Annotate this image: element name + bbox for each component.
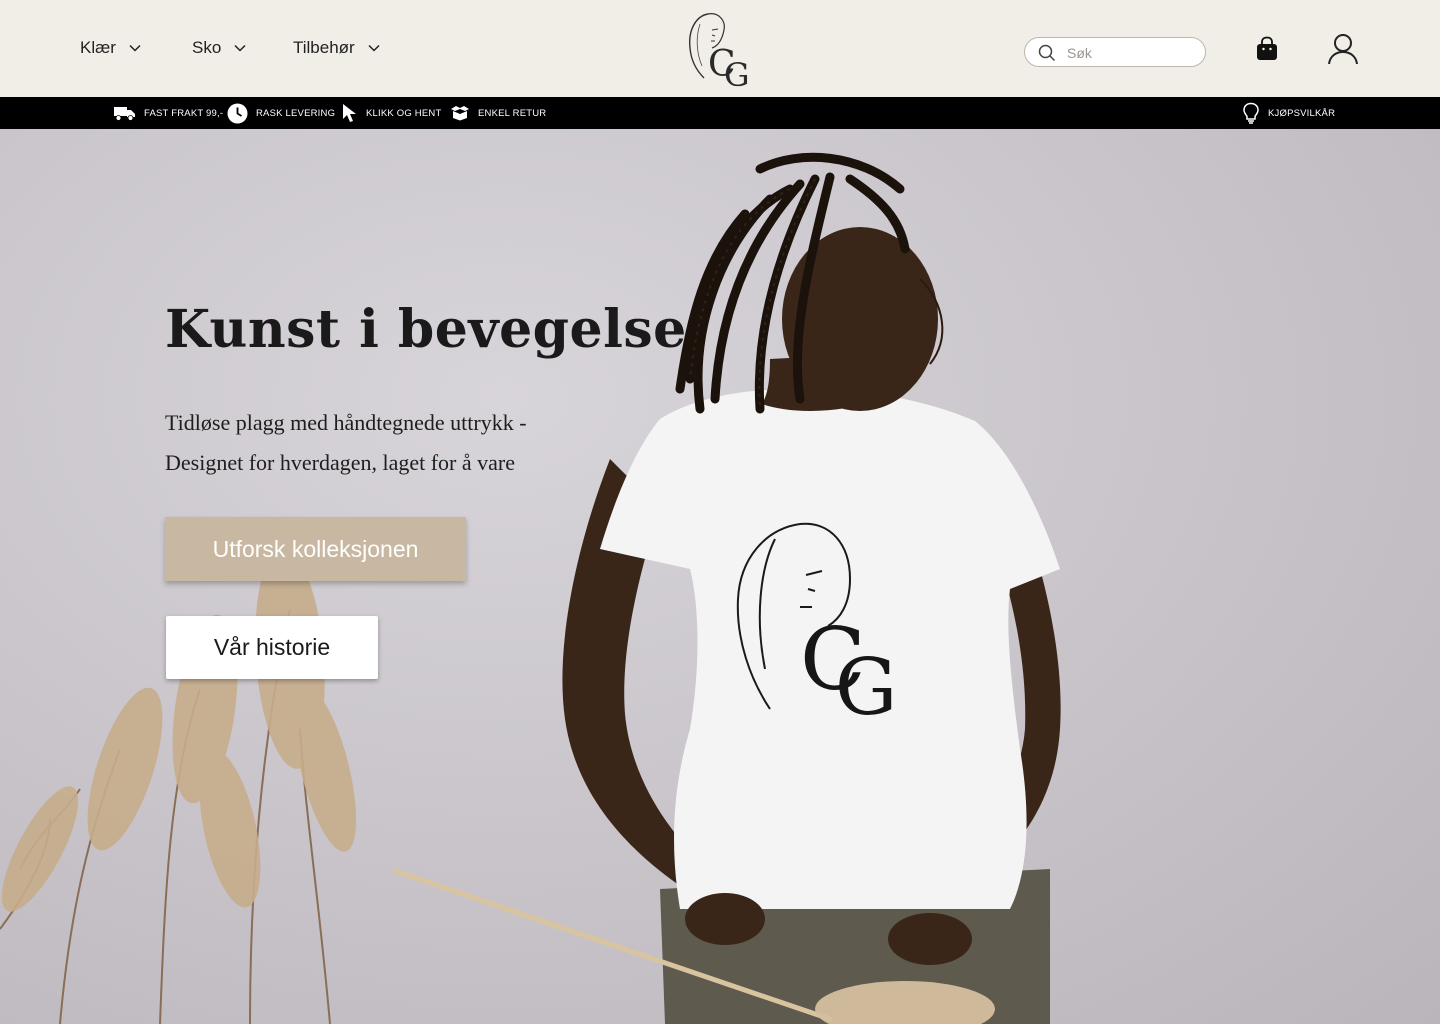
- usp-label-click-collect: KLIKK OG HENT: [366, 107, 442, 119]
- brand-logo[interactable]: C G: [678, 8, 762, 92]
- truck-icon: [114, 107, 135, 121]
- terms-link[interactable]: KJØPSVILKÅR: [1242, 97, 1335, 129]
- hero-title: Kunst i bevegelse: [165, 299, 687, 360]
- search-box[interactable]: [1024, 37, 1206, 67]
- chevron-down-icon: [234, 44, 246, 52]
- nav-item-sko[interactable]: Sko: [192, 38, 247, 58]
- usp-item-shipping: FAST FRAKT 99,-: [114, 97, 223, 129]
- svg-text:G: G: [835, 643, 897, 733]
- nav-item-tilbehor[interactable]: Tilbehør: [293, 38, 381, 58]
- usp-bar: FAST FRAKT 99,- RASK LEVERING KLIKK OG H…: [0, 97, 1440, 129]
- usp-label-delivery: RASK LEVERING: [256, 107, 336, 119]
- nav-label-klaer: Klær: [80, 38, 116, 57]
- our-story-button[interactable]: Vår historie: [166, 616, 378, 679]
- usp-item-delivery: RASK LEVERING: [227, 97, 335, 129]
- clock-icon: [227, 103, 248, 123]
- site-header: Klær Sko Tilbehør C G: [0, 0, 1440, 97]
- hero-subtitle: Tidløse plagg med håndtegnede uttrykk - …: [165, 403, 527, 483]
- hero-subtitle-line-1: Tidløse plagg med håndtegnede uttrykk -: [165, 410, 527, 435]
- nav-label-tilbehor: Tilbehør: [293, 38, 355, 57]
- chevron-down-icon: [368, 44, 380, 52]
- terms-label: KJØPSVILKÅR: [1268, 107, 1336, 119]
- explore-collection-button[interactable]: Utforsk kolleksjonen: [165, 517, 466, 581]
- lightbulb-icon: [1243, 102, 1259, 124]
- nav-label-sko: Sko: [192, 38, 222, 57]
- hero-subtitle-line-2: Designet for hverdagen, laget for å vare: [165, 450, 516, 475]
- chevron-down-icon: [129, 44, 141, 52]
- usp-item-click-collect: KLIKK OG HENT: [342, 97, 441, 129]
- usp-label-shipping: FAST FRAKT 99,-: [144, 107, 224, 119]
- hero-banner: C G Kunst i bevegelse Tidløse plagg med …: [0, 129, 1440, 1024]
- box-icon: [451, 106, 469, 121]
- nav-item-klaer[interactable]: Klær: [80, 38, 142, 58]
- usp-item-returns: ENKEL RETUR: [450, 97, 546, 129]
- shopping-bag-icon[interactable]: [1255, 36, 1279, 62]
- user-account-icon[interactable]: [1326, 33, 1360, 65]
- svg-text:G: G: [724, 56, 750, 92]
- usp-label-returns: ENKEL RETUR: [478, 107, 547, 119]
- search-icon: [1038, 44, 1056, 62]
- search-input[interactable]: [1067, 42, 1197, 64]
- cursor-icon: [343, 104, 356, 122]
